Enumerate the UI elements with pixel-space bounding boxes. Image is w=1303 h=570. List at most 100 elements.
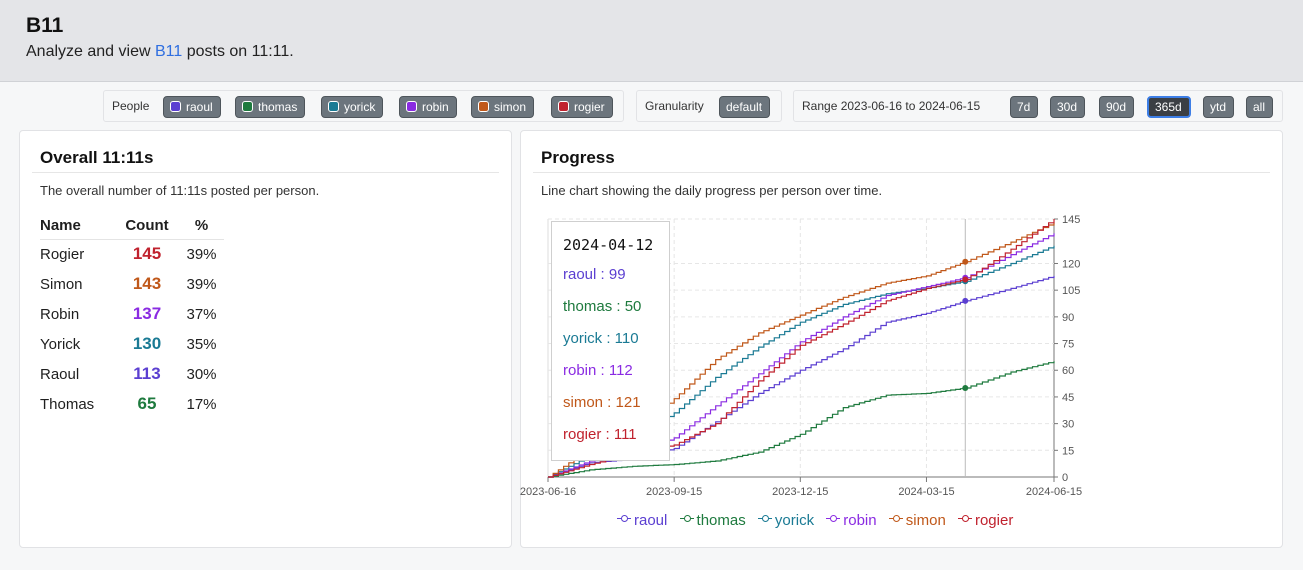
column-header-count: Count xyxy=(115,215,179,240)
person-name: Yorick xyxy=(40,335,81,353)
person-chip-rogier[interactable]: rogier xyxy=(551,96,613,118)
y-tick-label: 105 xyxy=(1062,285,1080,297)
y-tick-label: 30 xyxy=(1062,419,1074,431)
person-count: 113 xyxy=(133,364,161,383)
line-marker-icon xyxy=(679,514,694,524)
y-tick-label: 0 xyxy=(1062,472,1068,484)
person-chip-raoul[interactable]: raoul xyxy=(163,96,221,118)
person-name: Thomas xyxy=(40,395,95,413)
x-tick-label: 2023-06-16 xyxy=(520,486,576,498)
line-marker-icon xyxy=(826,514,841,524)
table-row: Robin 137 37% xyxy=(40,299,224,329)
cursor-point-rogier xyxy=(962,276,969,283)
y-tick-label: 15 xyxy=(1062,445,1074,457)
x-tick-label: 2023-09-15 xyxy=(646,486,702,498)
column-header-name: Name xyxy=(40,215,115,240)
tooltip-row-yorick: yorick : 110 xyxy=(563,330,639,347)
tooltip-row-thomas: thomas : 50 xyxy=(563,298,642,315)
person-chip-simon[interactable]: simon xyxy=(471,96,535,118)
range-90d-button[interactable]: 90d xyxy=(1099,96,1135,118)
color-swatch xyxy=(242,101,253,112)
overall-title: Overall 11:11s xyxy=(40,148,154,167)
person-count: 130 xyxy=(132,334,162,353)
person-name: Raoul xyxy=(40,365,80,383)
granularity-button[interactable]: default xyxy=(719,96,771,118)
x-tick-label: 2024-06-15 xyxy=(1026,486,1082,498)
tooltip-row-rogier: rogier : 111 xyxy=(563,426,637,443)
line-marker-icon xyxy=(757,514,772,524)
color-swatch xyxy=(406,101,417,112)
person-percent: 30% xyxy=(186,365,217,383)
range-label: Range 2023-06-16 to 2024-06-15 xyxy=(802,99,981,113)
person-count: 143 xyxy=(132,274,162,293)
person-percent: 35% xyxy=(186,335,217,353)
y-tick-label: 60 xyxy=(1062,365,1074,377)
progress-card: Progress Line chart showing the daily pr… xyxy=(520,130,1283,548)
y-tick-label: 45 xyxy=(1062,392,1074,404)
person-chip-yorick[interactable]: yorick xyxy=(321,96,384,118)
cursor-point-thomas xyxy=(962,385,969,392)
person-chip-robin[interactable]: robin xyxy=(399,96,457,118)
chart-legend: raoul thomas yorick robin simon rogier xyxy=(617,512,1021,529)
legend-item-yorick[interactable]: yorick xyxy=(757,512,814,529)
person-percent: 39% xyxy=(186,275,217,293)
person-percent: 39% xyxy=(186,245,217,263)
table-header-row: Name Count % xyxy=(40,215,224,240)
range-30d-button[interactable]: 30d xyxy=(1050,96,1086,118)
legend-item-simon[interactable]: simon xyxy=(888,512,946,529)
page-subtitle: Analyze and view B11 posts on 11:11. xyxy=(26,43,294,61)
table-row: Yorick 130 35% xyxy=(40,329,224,359)
color-swatch xyxy=(170,101,181,112)
group-link[interactable]: B11 xyxy=(155,43,182,60)
person-percent: 37% xyxy=(186,305,217,323)
table-row: Raoul 113 30% xyxy=(40,359,224,389)
legend-item-raoul[interactable]: raoul xyxy=(617,512,667,529)
y-tick-label: 75 xyxy=(1062,339,1074,351)
person-percent: 17% xyxy=(186,395,217,413)
line-marker-icon xyxy=(617,514,631,524)
person-count: 65 xyxy=(137,394,157,413)
subtitle-prefix: Analyze and view xyxy=(26,43,155,60)
range-all-button[interactable]: all xyxy=(1246,96,1274,118)
range-ytd-button[interactable]: ytd xyxy=(1203,96,1235,118)
person-name: Robin xyxy=(40,305,80,323)
x-tick-label: 2023-12-15 xyxy=(772,486,828,498)
y-tick-label: 145 xyxy=(1062,214,1080,226)
divider xyxy=(533,172,1270,173)
color-swatch xyxy=(558,101,569,112)
x-tick-label: 2024-03-15 xyxy=(898,486,954,498)
cursor-point-simon xyxy=(962,258,969,265)
range-7d-button[interactable]: 7d xyxy=(1010,96,1039,118)
divider xyxy=(32,172,499,173)
color-swatch xyxy=(328,101,339,112)
person-chip-thomas[interactable]: thomas xyxy=(235,96,306,118)
y-tick-label: 90 xyxy=(1062,312,1074,324)
granularity-label: Granularity xyxy=(645,99,704,113)
granularity-filter: Granularity default xyxy=(636,90,782,122)
column-header-percent: % xyxy=(179,215,224,240)
table-row: Thomas 65 17% xyxy=(40,389,224,419)
people-filter: People raoul thomas yorick robin simon r… xyxy=(103,90,624,122)
range-365d-button[interactable]: 365d xyxy=(1147,96,1191,118)
chart-tooltip: 2024-04-12 raoul : 99 thomas : 50 yorick… xyxy=(551,221,670,461)
y-tick-label: 120 xyxy=(1062,258,1080,270)
page-title: B11 xyxy=(26,14,64,37)
overall-card: Overall 11:11s The overall number of 11:… xyxy=(19,130,512,548)
legend-item-thomas[interactable]: thomas xyxy=(679,512,746,529)
person-count: 137 xyxy=(132,304,162,323)
overall-description: The overall number of 11:11s posted per … xyxy=(40,183,320,198)
legend-item-robin[interactable]: robin xyxy=(826,512,877,529)
table-row: Simon 143 39% xyxy=(40,269,224,299)
tooltip-row-simon: simon : 121 xyxy=(563,394,641,411)
tooltip-date: 2024-04-12 xyxy=(563,236,654,254)
counts-table: Name Count % Rogier 145 39% Simon 143 39… xyxy=(40,215,224,419)
range-filter: Range 2023-06-16 to 2024-06-15 7d 30d 90… xyxy=(793,90,1283,122)
color-swatch xyxy=(478,101,489,112)
progress-title: Progress xyxy=(541,148,615,167)
legend-item-rogier[interactable]: rogier xyxy=(957,512,1013,529)
cursor-point-raoul xyxy=(962,297,969,304)
table-row: Rogier 145 39% xyxy=(40,239,224,269)
page-header: B11 Analyze and view B11 posts on 11:11. xyxy=(0,0,1303,82)
people-label: People xyxy=(112,99,150,113)
person-name: Rogier xyxy=(40,245,85,263)
